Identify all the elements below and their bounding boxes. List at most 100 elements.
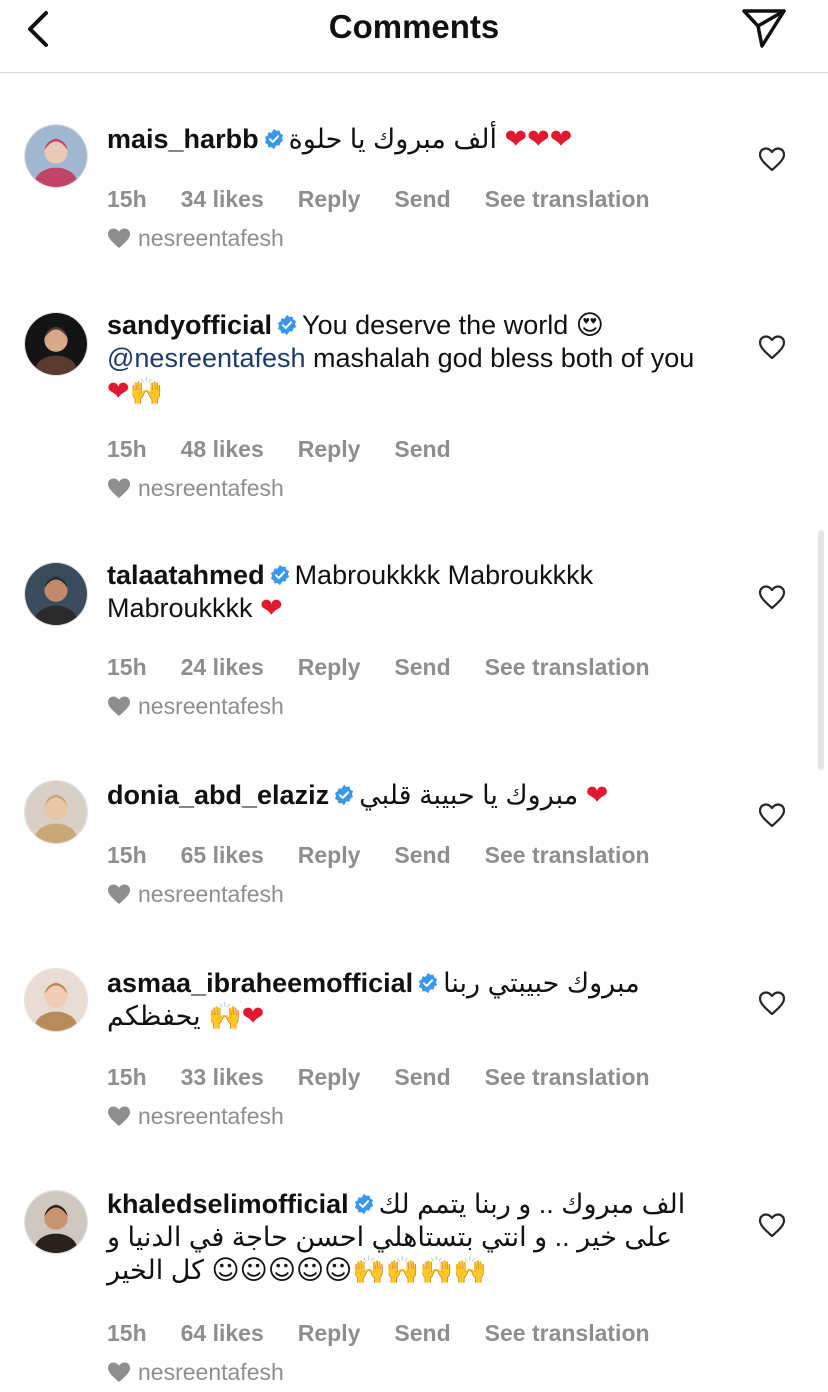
reply-button[interactable]: Reply	[298, 1320, 361, 1347]
liked-by-name: nesreentafesh	[138, 693, 284, 719]
likes-count[interactable]: 34 likes	[181, 186, 264, 213]
likes-count[interactable]: 64 likes	[181, 1320, 264, 1347]
liked-by-name: nesreentafesh	[138, 225, 284, 251]
avatar[interactable]	[24, 1190, 88, 1254]
avatar[interactable]	[24, 780, 88, 844]
comment-username[interactable]: khaledselimofficial	[107, 1189, 349, 1219]
liked-heart-icon	[108, 884, 130, 904]
comment-time: 15h	[107, 1320, 147, 1346]
comment-username[interactable]: asmaa_ibraheemofficial	[107, 968, 413, 998]
liked-heart-icon	[108, 696, 130, 716]
like-heart-icon[interactable]	[758, 990, 786, 1016]
liked-heart-icon	[108, 1362, 130, 1382]
send-button[interactable]: Send	[394, 654, 450, 681]
comment-time: 15h	[107, 1064, 147, 1090]
comment-body: mashalah god bless both of you	[305, 343, 695, 373]
comment-meta: 15h 65 likes Reply Send See translation	[107, 842, 650, 869]
send-button[interactable]: Send	[394, 1320, 450, 1347]
comment-time: 15h	[107, 186, 147, 212]
verified-badge-icon	[335, 784, 354, 806]
liked-by-name: nesreentafesh	[138, 881, 284, 907]
liked-heart-icon	[108, 228, 130, 248]
send-button[interactable]: Send	[394, 1064, 450, 1091]
comment-meta: 15h 24 likes Reply Send See translation	[107, 654, 650, 681]
comment-text: asmaa_ibraheemofficial مبروك حبيبتي ربنا …	[107, 967, 707, 1033]
send-button[interactable]: Send	[394, 186, 450, 213]
comment-meta: 15h 34 likes Reply Send See translation	[107, 186, 650, 213]
see-translation-button[interactable]: See translation	[485, 654, 650, 681]
like-heart-icon[interactable]	[758, 1212, 786, 1238]
see-translation-button[interactable]: See translation	[485, 1320, 650, 1347]
emoji: 🙌	[129, 376, 164, 407]
avatar[interactable]	[24, 562, 88, 626]
liked-by-author: nesreentafesh	[106, 693, 284, 720]
comment-text: talaatahmed Mabroukkkk Mabroukkkk Mabrouk…	[107, 559, 707, 625]
heart-emoji: ❤	[585, 780, 609, 811]
liked-by-author: nesreentafesh	[106, 1359, 284, 1386]
like-heart-icon[interactable]	[758, 146, 786, 172]
emoji: 😍	[575, 310, 604, 341]
see-translation-button[interactable]: See translation	[485, 842, 650, 869]
reply-button[interactable]: Reply	[298, 654, 361, 681]
like-heart-icon[interactable]	[758, 584, 786, 610]
liked-by-author: nesreentafesh	[106, 1103, 284, 1130]
verified-badge-icon	[264, 128, 283, 150]
reply-button[interactable]: Reply	[298, 1064, 361, 1091]
liked-by-author: nesreentafesh	[106, 475, 284, 502]
see-translation-button[interactable]: See translation	[485, 186, 650, 213]
likes-count[interactable]: 65 likes	[181, 842, 264, 869]
comment-text: khaledselimofficial الف مبروك .. و ربنا ي…	[107, 1188, 707, 1287]
liked-by-author: nesreentafesh	[106, 225, 284, 252]
avatar[interactable]	[24, 312, 88, 376]
comment-meta: 15h 48 likes Reply Send	[107, 436, 451, 463]
likes-count[interactable]: 48 likes	[181, 436, 264, 463]
heart-emoji: ❤	[241, 1001, 265, 1032]
header: Comments	[0, 0, 828, 73]
liked-by-name: nesreentafesh	[138, 1103, 284, 1129]
liked-heart-icon	[108, 1106, 130, 1126]
comment-username[interactable]: talaatahmed	[107, 560, 265, 590]
liked-by-author: nesreentafesh	[106, 881, 284, 908]
likes-count[interactable]: 33 likes	[181, 1064, 264, 1091]
comment-text: sandyofficial You deserve the world 😍 @ne…	[107, 309, 707, 408]
emoji: 🙌	[208, 1001, 242, 1032]
liked-heart-icon	[108, 478, 130, 498]
comment-time: 15h	[107, 842, 147, 868]
send-icon[interactable]	[740, 6, 788, 50]
comment-text: mais_harbb ألف مبروك يا حلوة ❤❤❤	[107, 123, 707, 156]
verified-badge-icon	[419, 972, 438, 994]
like-heart-icon[interactable]	[758, 802, 786, 828]
comment-username[interactable]: sandyofficial	[107, 310, 272, 340]
comment-meta: 15h 64 likes Reply Send See translation	[107, 1320, 650, 1347]
comment-time: 15h	[107, 654, 147, 680]
heart-emoji: ❤❤❤	[504, 124, 573, 155]
comment-body: You deserve the world	[302, 310, 576, 340]
heart-emoji: ❤	[107, 376, 130, 407]
liked-by-name: nesreentafesh	[138, 475, 284, 501]
comment-username[interactable]: mais_harbb	[107, 124, 259, 154]
verified-badge-icon	[277, 314, 297, 336]
avatar[interactable]	[24, 968, 88, 1032]
avatar[interactable]	[24, 124, 88, 188]
like-heart-icon[interactable]	[758, 334, 786, 360]
reply-button[interactable]: Reply	[298, 186, 361, 213]
comment-time: 15h	[107, 436, 147, 462]
likes-count[interactable]: 24 likes	[181, 654, 264, 681]
see-translation-button[interactable]: See translation	[485, 1064, 650, 1091]
comment-meta: 15h 33 likes Reply Send See translation	[107, 1064, 650, 1091]
verified-badge-icon	[270, 564, 289, 586]
send-button[interactable]: Send	[394, 842, 450, 869]
verified-badge-icon	[354, 1193, 373, 1215]
scrollbar[interactable]	[818, 530, 824, 770]
send-button[interactable]: Send	[394, 436, 450, 463]
mention-link[interactable]: @nesreentafesh	[107, 343, 306, 373]
reply-button[interactable]: Reply	[298, 842, 361, 869]
comment-text: donia_abd_elaziz مبروك يا حبيبة قلبي ❤	[107, 779, 707, 812]
liked-by-name: nesreentafesh	[138, 1359, 284, 1385]
comment-username[interactable]: donia_abd_elaziz	[107, 780, 329, 810]
comment-body: ألف مبروك يا حلوة	[288, 124, 505, 154]
comment-body: مبروك يا حبيبة قلبي	[359, 780, 586, 810]
heart-emoji: ❤	[260, 593, 283, 624]
reply-button[interactable]: Reply	[298, 436, 361, 463]
page-title: Comments	[328, 8, 500, 45]
